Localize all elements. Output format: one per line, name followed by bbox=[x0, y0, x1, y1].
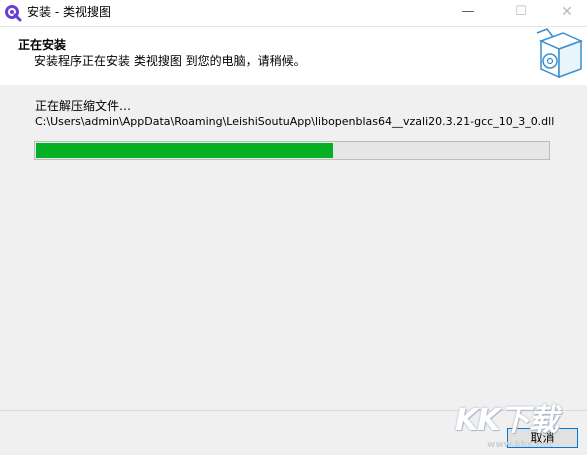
wizard-header: 正在安装 安装程序正在安装 类视搜图 到您的电脑，请稍候。 bbox=[0, 27, 587, 84]
page-subtitle: 安装程序正在安装 类视搜图 到您的电脑，请稍候。 bbox=[34, 54, 306, 68]
software-box-icon bbox=[533, 27, 585, 83]
current-file-path: C:\Users\admin\AppData\Roaming\LeishiSou… bbox=[35, 115, 555, 128]
site-watermark: KK下载 bbox=[455, 403, 558, 438]
site-watermark-url: www.kkx.net bbox=[487, 440, 553, 450]
progress-fill bbox=[36, 143, 333, 158]
minimize-button[interactable]: — bbox=[445, 0, 491, 26]
maximize-button[interactable]: ☐ bbox=[498, 0, 544, 26]
page-title: 正在安装 bbox=[18, 38, 67, 52]
app-logo-icon bbox=[4, 4, 22, 22]
wizard-content: 正在解压缩文件… C:\Users\admin\AppData\Roaming\… bbox=[0, 85, 587, 410]
status-text: 正在解压缩文件… bbox=[35, 99, 132, 113]
window-title: 安装 - 类视搜图 bbox=[27, 5, 111, 19]
title-bar: 安装 - 类视搜图 — ☐ ✕ bbox=[0, 0, 587, 27]
install-progress-bar bbox=[34, 141, 550, 160]
close-button[interactable]: ✕ bbox=[544, 0, 587, 26]
